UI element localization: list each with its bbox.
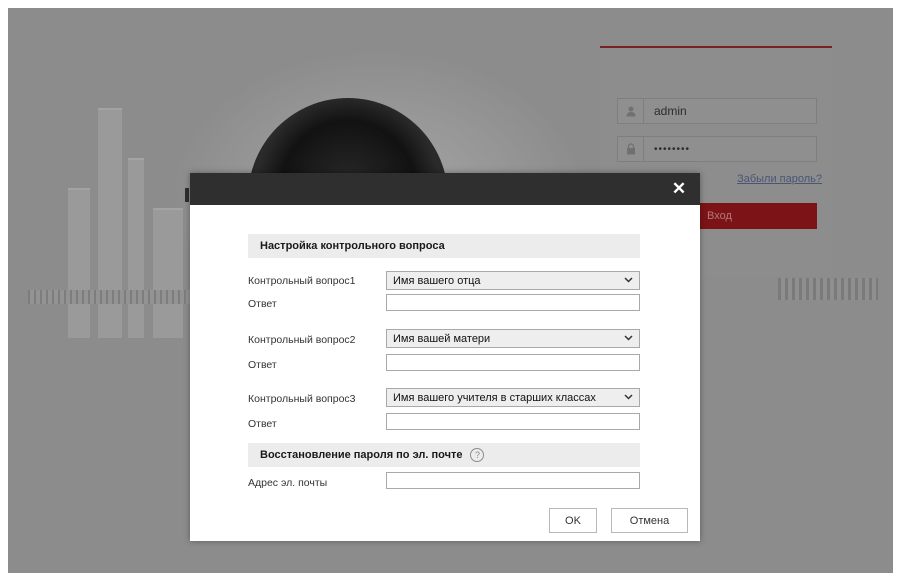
lock-icon	[618, 137, 644, 161]
username-value: admin	[654, 104, 687, 118]
question2-select[interactable]: Имя вашей матери	[386, 329, 640, 348]
section-email-recovery: Восстановление пароля по эл. почте ?	[248, 443, 640, 467]
question3-label: Контрольный вопрос3	[248, 393, 356, 405]
email-input[interactable]	[386, 472, 640, 489]
ok-button[interactable]: OK	[549, 508, 597, 533]
section-email-title: Восстановление пароля по эл. почте	[260, 449, 463, 461]
help-icon[interactable]: ?	[470, 448, 485, 462]
skyline-strip-right	[778, 278, 878, 300]
question1-selected: Имя вашего отца	[393, 274, 481, 287]
email-label: Адрес эл. почты	[248, 477, 328, 489]
answer2-input[interactable]	[386, 354, 640, 371]
chevron-down-icon	[624, 275, 633, 286]
security-question-dialog: ✕ Настройка контрольного вопроса Контрол…	[190, 173, 700, 541]
username-field[interactable]: admin	[617, 98, 817, 124]
question3-select[interactable]: Имя вашего учителя в старших классах	[386, 388, 640, 407]
answer2-label: Ответ	[248, 359, 277, 371]
question2-selected: Имя вашей матери	[393, 332, 491, 345]
answer3-label: Ответ	[248, 418, 277, 430]
chevron-down-icon	[624, 333, 633, 344]
close-icon[interactable]: ✕	[670, 179, 688, 199]
cancel-button[interactable]: Отмена	[611, 508, 688, 533]
forgot-password-link[interactable]: Забыли пароль?	[737, 173, 822, 185]
chevron-down-icon	[624, 392, 633, 403]
question1-label: Контрольный вопрос1	[248, 275, 356, 287]
section-security-questions: Настройка контрольного вопроса	[248, 234, 640, 258]
answer3-input[interactable]	[386, 413, 640, 430]
question2-label: Контрольный вопрос2	[248, 334, 356, 346]
user-icon	[618, 99, 644, 123]
question3-selected: Имя вашего учителя в старших классах	[393, 391, 596, 404]
dialog-header: ✕	[190, 173, 700, 205]
password-value: ••••••••	[654, 143, 691, 155]
answer1-input[interactable]	[386, 294, 640, 311]
decor-bar	[185, 188, 189, 202]
question1-select[interactable]: Имя вашего отца	[386, 271, 640, 290]
password-field[interactable]: ••••••••	[617, 136, 817, 162]
answer1-label: Ответ	[248, 298, 277, 310]
